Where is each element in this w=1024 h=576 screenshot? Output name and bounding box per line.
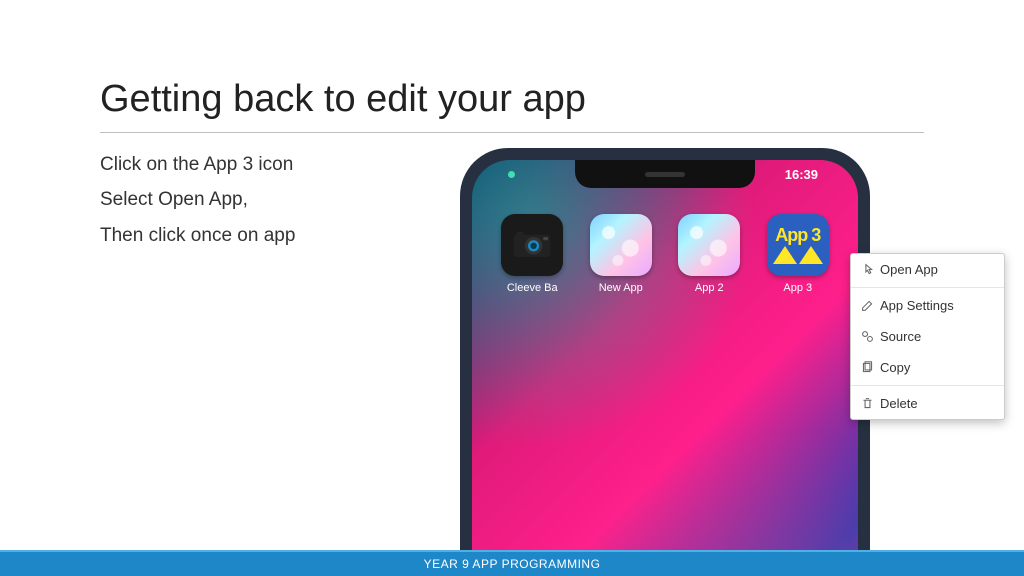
- footer-bar: YEAR 9 APP PROGRAMMING: [0, 550, 1024, 576]
- app-label: App 3: [783, 282, 812, 294]
- menu-label: Delete: [880, 396, 918, 411]
- status-dot: [508, 171, 515, 178]
- status-time: 16:39: [785, 167, 818, 182]
- phone-notch: [575, 160, 755, 188]
- copy-icon: [861, 361, 874, 374]
- page-title: Getting back to edit your app: [100, 78, 586, 121]
- slide: Getting back to edit your app Click on t…: [0, 0, 1024, 576]
- app-label: Cleeve Ba: [507, 282, 558, 294]
- earpiece: [645, 172, 685, 177]
- app-newapp[interactable]: New App: [586, 214, 656, 294]
- app-row: Cleeve Ba New App App 2 App 3: [472, 214, 858, 294]
- camera-icon: [501, 214, 563, 276]
- menu-label: Source: [880, 329, 921, 344]
- app-camera[interactable]: Cleeve Ba: [497, 214, 567, 294]
- instruction-line: Click on the App 3 icon: [100, 148, 295, 181]
- menu-open-app[interactable]: Open App: [851, 254, 1004, 285]
- app-app2[interactable]: App 2: [674, 214, 744, 294]
- menu-source[interactable]: Source: [851, 321, 1004, 352]
- triangle-icon: [773, 246, 823, 264]
- footer-text: YEAR 9 APP PROGRAMMING: [424, 557, 601, 571]
- context-menu: Open App App Settings Source Copy Delete: [850, 253, 1005, 420]
- menu-copy[interactable]: Copy: [851, 352, 1004, 383]
- bokeh-icon: [678, 214, 740, 276]
- trash-icon: [861, 397, 874, 410]
- edit-icon: [861, 299, 874, 312]
- menu-label: Copy: [880, 360, 910, 375]
- app-label: App 2: [695, 282, 724, 294]
- phone-screenshot: 16:39 Cleeve Ba New App App 2: [460, 148, 870, 553]
- instruction-block: Click on the App 3 icon Select Open App,…: [100, 148, 295, 254]
- phone-frame: 16:39 Cleeve Ba New App App 2: [460, 148, 870, 553]
- instruction-line: Select Open App,: [100, 183, 295, 216]
- bokeh-icon: [590, 214, 652, 276]
- instruction-line: Then click once on app: [100, 219, 295, 252]
- phone-screen: 16:39 Cleeve Ba New App App 2: [472, 160, 858, 553]
- app-app3[interactable]: App 3 App 3: [763, 214, 833, 294]
- app3-icon-text: App 3: [775, 226, 820, 244]
- app3-icon: App 3: [767, 214, 829, 276]
- pointer-icon: [861, 263, 874, 276]
- menu-divider: [851, 385, 1004, 386]
- menu-app-settings[interactable]: App Settings: [851, 290, 1004, 321]
- menu-divider: [851, 287, 1004, 288]
- title-divider: [100, 132, 924, 133]
- menu-label: Open App: [880, 262, 938, 277]
- app-label: New App: [599, 282, 643, 294]
- menu-label: App Settings: [880, 298, 954, 313]
- menu-delete[interactable]: Delete: [851, 388, 1004, 419]
- gears-icon: [861, 330, 874, 343]
